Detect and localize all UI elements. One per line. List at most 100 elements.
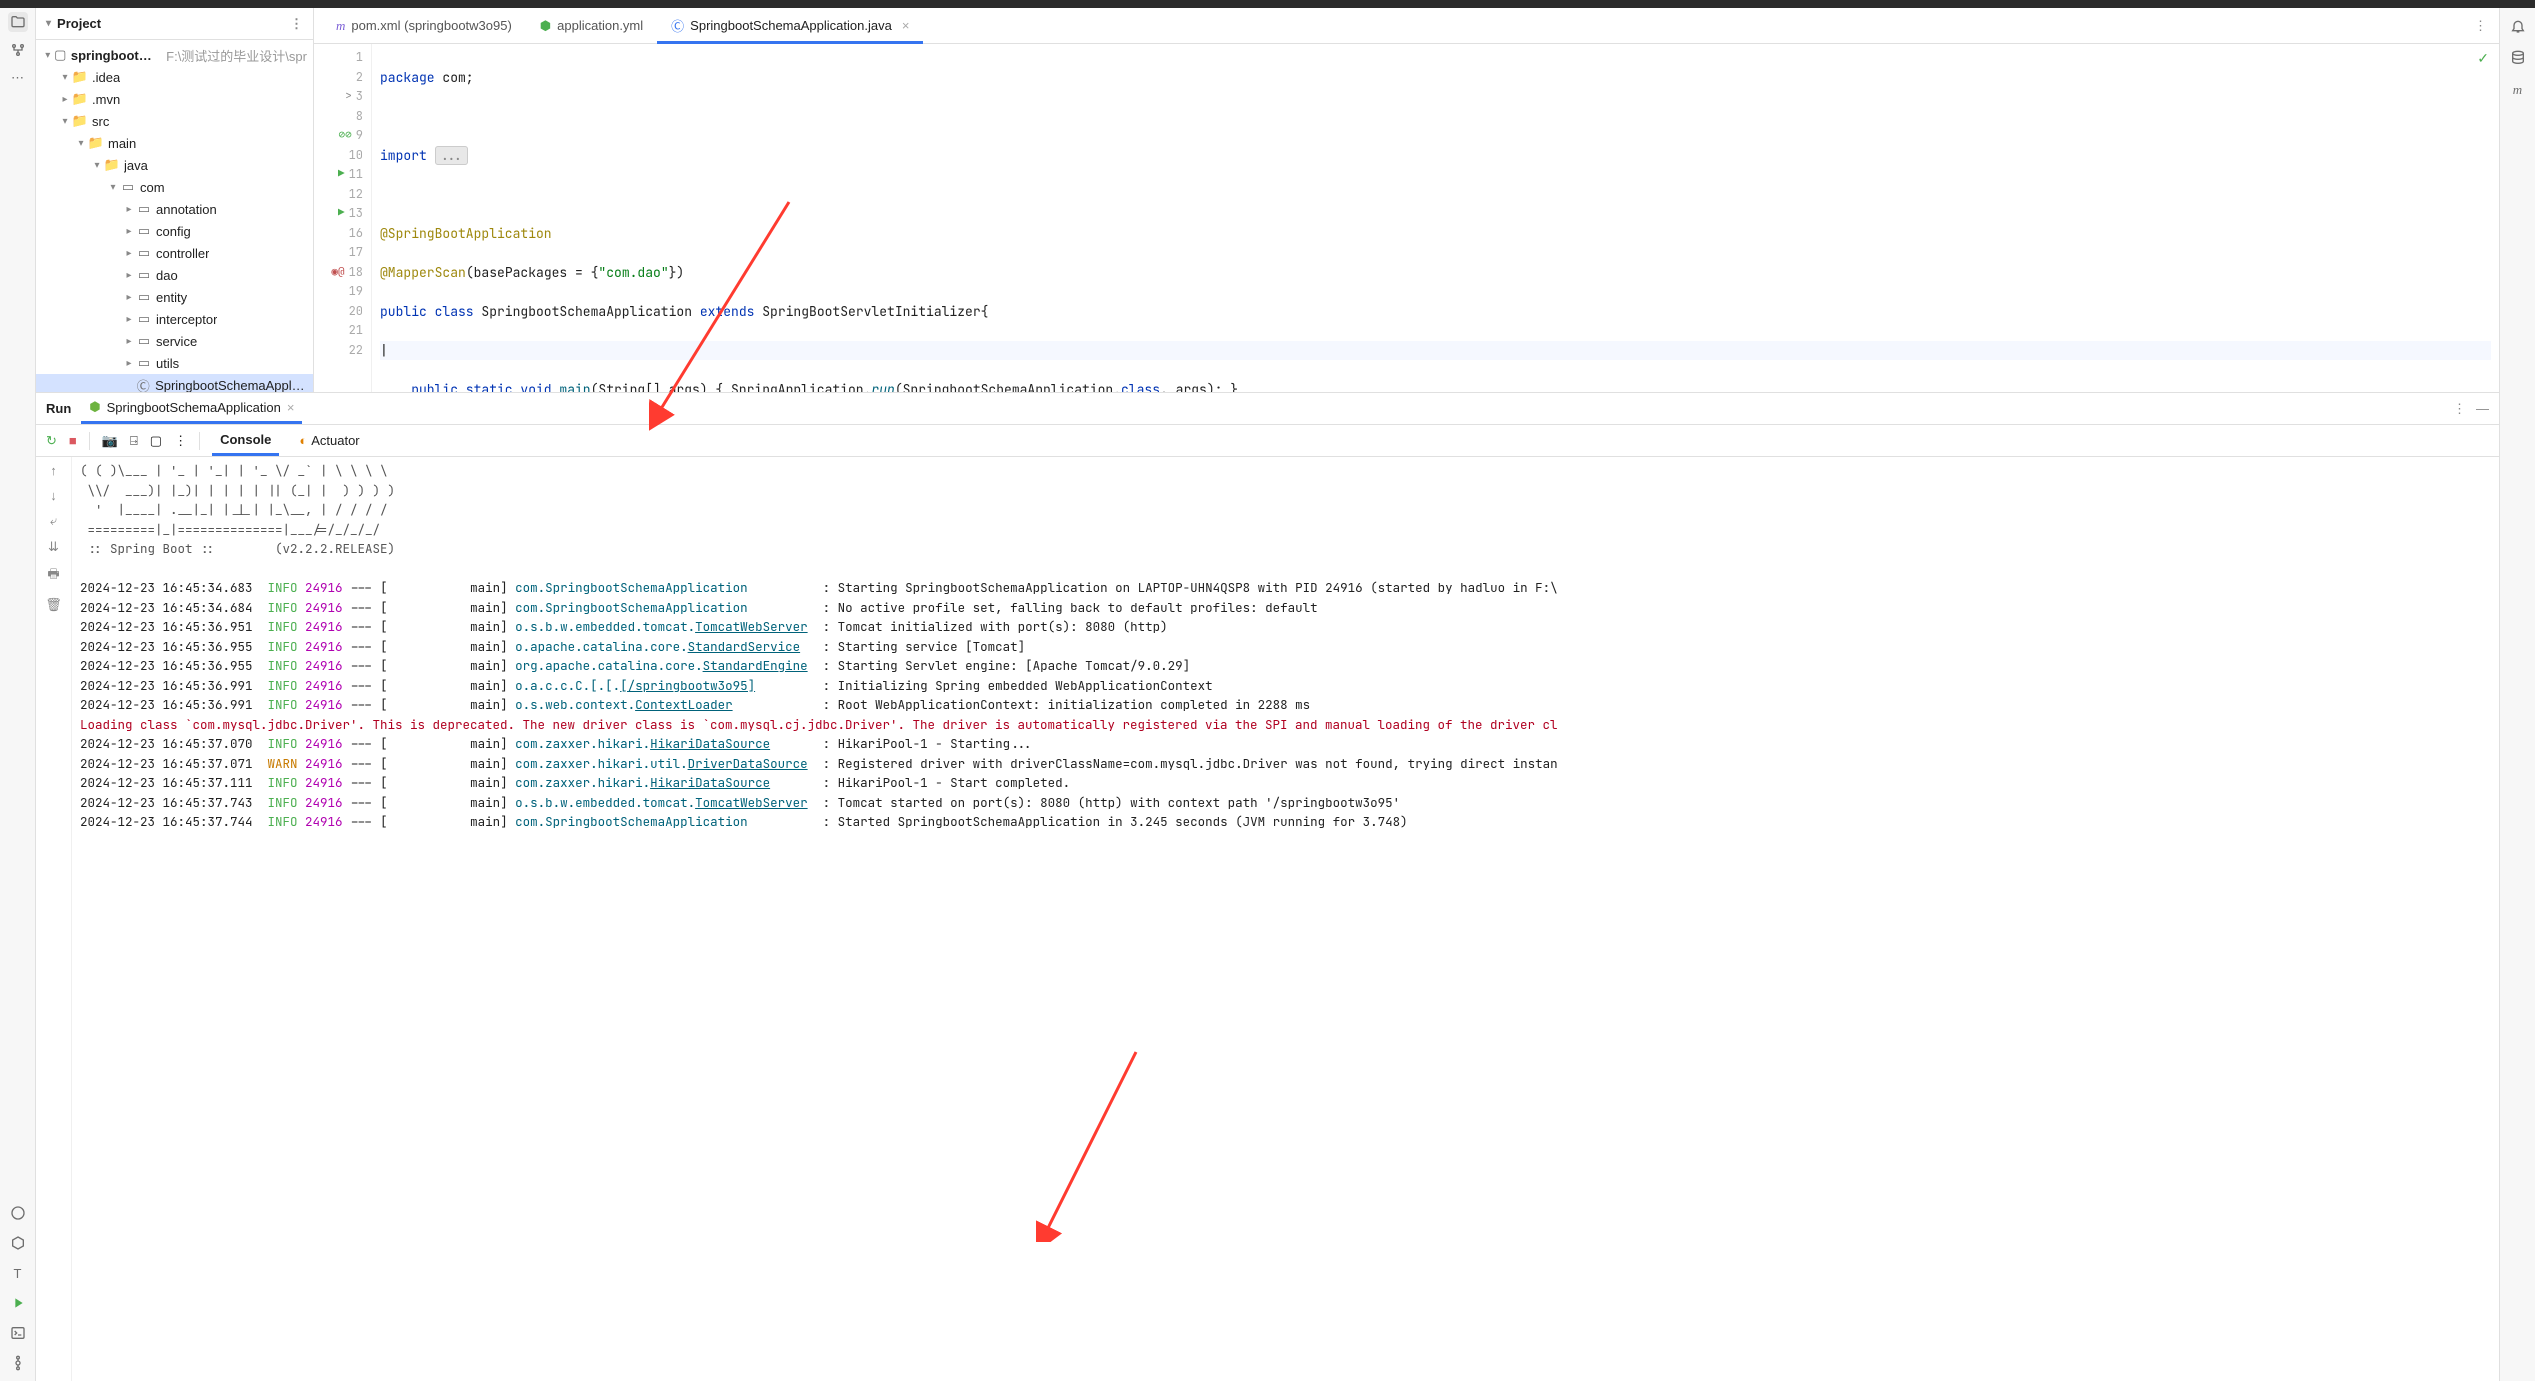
caret-line: | (380, 341, 2491, 361)
tree-item[interactable]: ▸▭annotation (36, 198, 313, 220)
pkg-icon: ▭ (120, 179, 136, 195)
code-editor[interactable]: package com; import ... @SpringBootAppli… (372, 44, 2499, 392)
tree-item[interactable]: ▸▭utils (36, 352, 313, 374)
folder-icon[interactable] (8, 12, 28, 32)
kebab-icon[interactable]: ⋮ (174, 433, 187, 449)
tree-item[interactable]: ▾📁java (36, 154, 313, 176)
tab-label: SpringbootSchemaApplication.java (690, 18, 892, 33)
hexagon-icon[interactable] (8, 1233, 28, 1253)
folder-icon: 📁 (88, 135, 104, 151)
project-tree[interactable]: ▾ ▢ springbootw3o95 F:\测试过的毕业设计\spr ▾📁.i… (36, 40, 313, 392)
more-icon[interactable]: ⋯ (8, 68, 28, 88)
file-icon: Ⓒ (671, 16, 684, 35)
exit-icon[interactable]: ⍈ (130, 433, 138, 449)
services-icon[interactable] (8, 1203, 28, 1223)
run-config-label: SpringbootSchemaApplication (107, 400, 281, 415)
run-config-tab[interactable]: ⬢ SpringbootSchemaApplication × (81, 393, 302, 424)
tree-root[interactable]: ▾ ▢ springbootw3o95 F:\测试过的毕业设计\spr (36, 44, 313, 66)
tree-item[interactable]: ▸▭service (36, 330, 313, 352)
tree-root-label: springbootw3o95 (71, 48, 160, 63)
tree-item-label: entity (156, 290, 187, 305)
project-title: Project (57, 16, 101, 31)
minimize-icon[interactable]: — (2476, 401, 2489, 417)
folder-icon: 📁 (104, 157, 120, 173)
tree-item-label: main (108, 136, 136, 151)
kebab-icon[interactable]: ⋮ (290, 16, 303, 32)
tree-item-label: config (156, 224, 191, 239)
tree-item-label: java (124, 158, 148, 173)
tree-item[interactable]: ▸▭entity (36, 286, 313, 308)
window-top-strip (0, 0, 2535, 8)
tree-item[interactable]: ▸📁.mvn (36, 88, 313, 110)
up-icon[interactable]: ↑ (50, 463, 57, 478)
tree-item[interactable]: ▾📁src (36, 110, 313, 132)
bell-icon[interactable] (2508, 16, 2528, 36)
tree-item-label: utils (156, 356, 179, 371)
run-icon[interactable] (8, 1293, 28, 1313)
module-icon: ▢ (54, 47, 67, 63)
terminal-icon[interactable] (8, 1323, 28, 1343)
tree-item[interactable]: ▸▭dao (36, 264, 313, 286)
console-output[interactable]: ( ( )\___ | '_ | '_| | '_ \/ _` | \ \ \ … (72, 457, 2499, 1381)
tree-item[interactable]: ▸▭interceptor (36, 308, 313, 330)
tree-item-label: service (156, 334, 197, 349)
tree-item-label: annotation (156, 202, 217, 217)
chevron-down-icon[interactable]: ▾ (46, 18, 51, 29)
inspection-ok-icon[interactable]: ✓ (2477, 50, 2489, 67)
structure-icon[interactable] (8, 40, 28, 60)
maven-icon[interactable]: m (2508, 80, 2528, 100)
scroll-icon[interactable]: ⇊ (48, 539, 59, 555)
actuator-tab[interactable]: ◐Actuator (291, 425, 367, 456)
right-tool-rail: m (2499, 8, 2535, 1381)
pkg-icon: ▭ (136, 245, 152, 261)
pkg-icon: ▭ (136, 333, 152, 349)
layout-icon[interactable]: ▢ (150, 433, 162, 449)
folder-icon: 📁 (72, 113, 88, 129)
wrap-icon[interactable]: ⤶ (50, 513, 57, 529)
run-tool-window: Run ⬢ SpringbootSchemaApplication × ⋮ — … (36, 393, 2499, 1381)
tree-item[interactable]: ▾▭com (36, 176, 313, 198)
editor-tab[interactable]: Ⓒ SpringbootSchemaApplication.java × (657, 8, 923, 43)
print-icon[interactable]: 🖶 (47, 565, 59, 587)
tree-root-path: F:\测试过的毕业设计\spr (166, 46, 307, 65)
tree-item-label: dao (156, 268, 178, 283)
editor-tab[interactable]: mpom.xml (springbootw3o95) (322, 8, 526, 43)
close-icon[interactable]: × (902, 18, 910, 33)
tree-item[interactable]: ▾📁.idea (36, 66, 313, 88)
tree-item[interactable]: ▸▭config (36, 220, 313, 242)
pkg-icon: ▭ (136, 311, 152, 327)
run-title: Run (46, 401, 71, 416)
stop-icon[interactable]: ■ (69, 433, 77, 448)
database-icon[interactable] (2508, 48, 2528, 68)
tree-item[interactable]: ▾📁main (36, 132, 313, 154)
class-icon: Ⓒ (136, 376, 152, 393)
trash-icon[interactable]: 🗑 (45, 597, 62, 613)
kebab-icon[interactable]: ⋮ (2453, 401, 2466, 417)
folder-icon: 📁 (72, 69, 88, 85)
tree-item[interactable]: ▸▭controller (36, 242, 313, 264)
console-tab[interactable]: Console (212, 425, 279, 456)
vcs-icon[interactable] (8, 1353, 28, 1373)
spring-icon: ⬢ (89, 399, 100, 415)
editor-gutter[interactable]: 12>38⊘⊘910▶1112▶131617◉@1819202122 (314, 44, 372, 392)
camera-icon[interactable]: 📷 (102, 433, 118, 449)
console-rail: ↑ ↓ ⤶ ⇊ 🖶 🗑 (36, 457, 72, 1381)
text-icon[interactable]: T (8, 1263, 28, 1283)
editor-area: mpom.xml (springbootw3o95)⬢application.y… (314, 8, 2499, 392)
pkg-icon: ▭ (136, 355, 152, 371)
editor-tab[interactable]: ⬢application.yml (526, 8, 657, 43)
pkg-icon: ▭ (136, 223, 152, 239)
tab-label: pom.xml (springbootw3o95) (351, 18, 511, 33)
left-tool-rail: ⋯ T (0, 8, 36, 1381)
rerun-icon[interactable]: ↻ (46, 433, 57, 449)
down-icon[interactable]: ↓ (50, 488, 57, 503)
tab-kebab-icon[interactable]: ⋮ (2474, 18, 2487, 34)
tree-item[interactable]: ⒸSpringbootSchemaApplicat (36, 374, 313, 392)
tree-item-label: com (140, 180, 165, 195)
pkg-icon: ▭ (136, 267, 152, 283)
project-header: ▾ Project ⋮ (36, 8, 313, 40)
editor-tabs: mpom.xml (springbootw3o95)⬢application.y… (314, 8, 2499, 44)
tree-item-label: controller (156, 246, 209, 261)
pkg-icon: ▭ (136, 289, 152, 305)
close-icon[interactable]: × (287, 400, 295, 415)
